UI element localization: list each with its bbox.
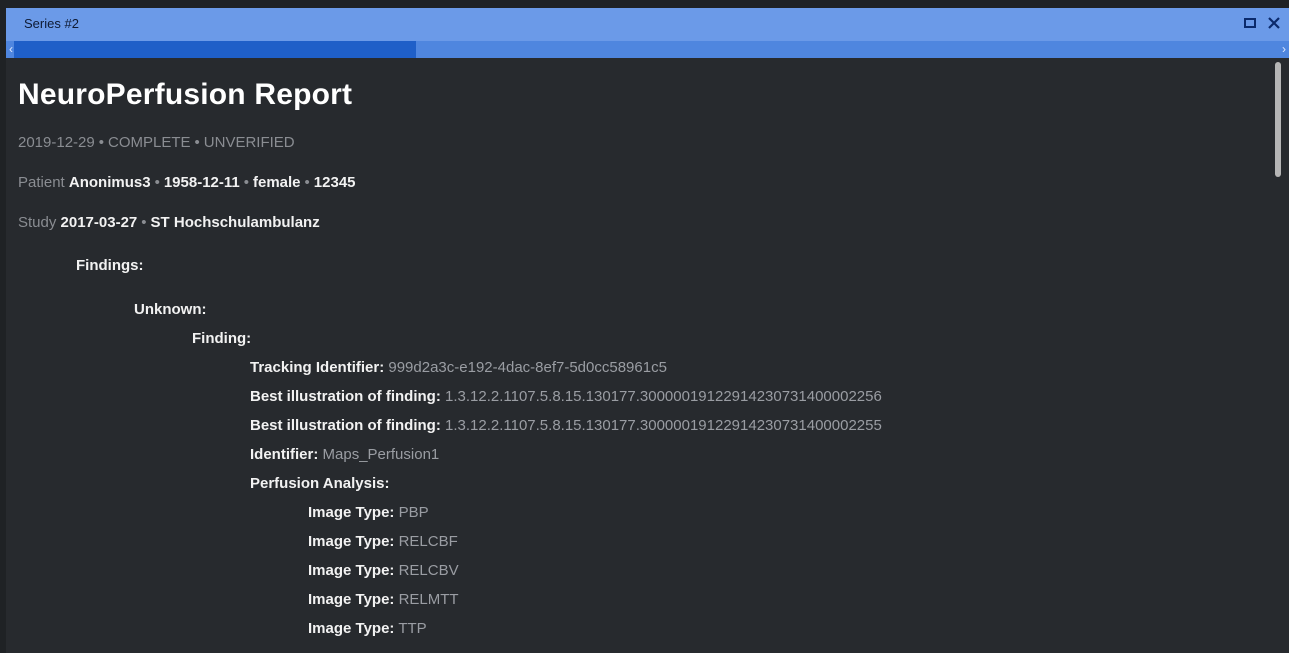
image-type-value: RELMTT <box>398 591 459 608</box>
window-title: Series #2 <box>24 16 79 31</box>
study-label: Study <box>18 214 57 231</box>
study-line: Study 2017-03-27 • ST Hochschulambulanz <box>18 214 320 231</box>
window-actions <box>1241 14 1283 32</box>
patient-id: 12345 <box>313 174 356 191</box>
study-location: ST Hochschulambulanz <box>150 214 320 231</box>
image-type-value: RELCBF <box>398 533 458 550</box>
identifier-value: Maps_Perfusion1 <box>322 446 440 463</box>
image-type-label: Image Type: <box>308 504 395 521</box>
window-titlebar[interactable]: Series #2 <box>6 8 1289 41</box>
image-type-label: Image Type: <box>308 533 395 550</box>
image-type-value: PBP <box>398 504 429 521</box>
best-illustration-value: 1.3.12.2.1107.5.8.15.130177.300000191229… <box>445 388 882 405</box>
tracking-label: Tracking Identifier: <box>250 359 385 376</box>
patient-birthdate: 1958-12-11 <box>163 174 240 191</box>
image-type-row: Image Type: RELMTT <box>308 591 459 608</box>
best-illustration-label: Best illustration of finding: <box>250 417 441 434</box>
maximize-icon[interactable] <box>1241 14 1259 32</box>
patient-sex: female <box>253 174 301 191</box>
image-type-row: Image Type: RELCBV <box>308 562 459 579</box>
series-window: Series #2 ‹ › NeuroPerfusion Report 2019… <box>6 8 1289 653</box>
identifier-label: Identifier: <box>250 446 319 463</box>
image-type-value: RELCBV <box>398 562 459 579</box>
image-type-label: Image Type: <box>308 620 395 637</box>
report-date: 2019-12-29 <box>18 134 95 151</box>
finding-heading: Finding: <box>192 330 252 347</box>
scroll-right-icon[interactable]: › <box>1279 41 1289 58</box>
patient-line: Patient Anonimus3 • 1958-12-11 • female • 1234… <box>18 174 356 191</box>
report-status: COMPLETE <box>108 134 191 151</box>
report-verification: UNVERIFIED <box>203 134 295 151</box>
findings-heading: Findings: <box>76 257 144 274</box>
vertical-scroll-thumb[interactable] <box>1275 62 1281 177</box>
study-date: 2017-03-27 <box>60 214 138 231</box>
patient-name: Anonimus3 <box>68 174 151 191</box>
report-meta: 2019-12-29 • COMPLETE • UNVERIFIED <box>18 134 295 151</box>
report-content: NeuroPerfusion Report 2019-12-29 • COMPLET… <box>6 58 1289 653</box>
unknown-heading: Unknown: <box>134 301 207 318</box>
best-illustration-label: Best illustration of finding: <box>250 388 441 405</box>
close-icon[interactable] <box>1265 14 1283 32</box>
image-type-row: Image Type: RELCBF <box>308 533 458 550</box>
tracking-value: 999d2a3c-e192-4dac-8ef7-5d0cc58961c5 <box>388 359 667 376</box>
horizontal-scrollbar[interactable]: ‹ › <box>6 41 1289 58</box>
identifier-row: Identifier: Maps_Perfusion1 <box>250 446 439 463</box>
perfusion-heading: Perfusion Analysis: <box>250 475 390 492</box>
report-title: NeuroPerfusion Report <box>18 78 353 111</box>
image-type-label: Image Type: <box>308 562 395 579</box>
image-type-row: Image Type: PBP <box>308 504 429 521</box>
image-type-value: TTP <box>398 620 427 637</box>
best-illustration-row: Best illustration of finding: 1.3.12.2.1… <box>250 417 882 434</box>
image-type-label: Image Type: <box>308 591 395 608</box>
patient-label: Patient <box>18 174 65 191</box>
tracking-identifier: Tracking Identifier: 999d2a3c-e192-4dac-… <box>250 359 667 376</box>
best-illustration-row: Best illustration of finding: 1.3.12.2.1… <box>250 388 882 405</box>
horizontal-scroll-thumb[interactable] <box>14 41 416 58</box>
best-illustration-value: 1.3.12.2.1107.5.8.15.130177.300000191229… <box>445 417 882 434</box>
image-type-row: Image Type: TTP <box>308 620 427 637</box>
